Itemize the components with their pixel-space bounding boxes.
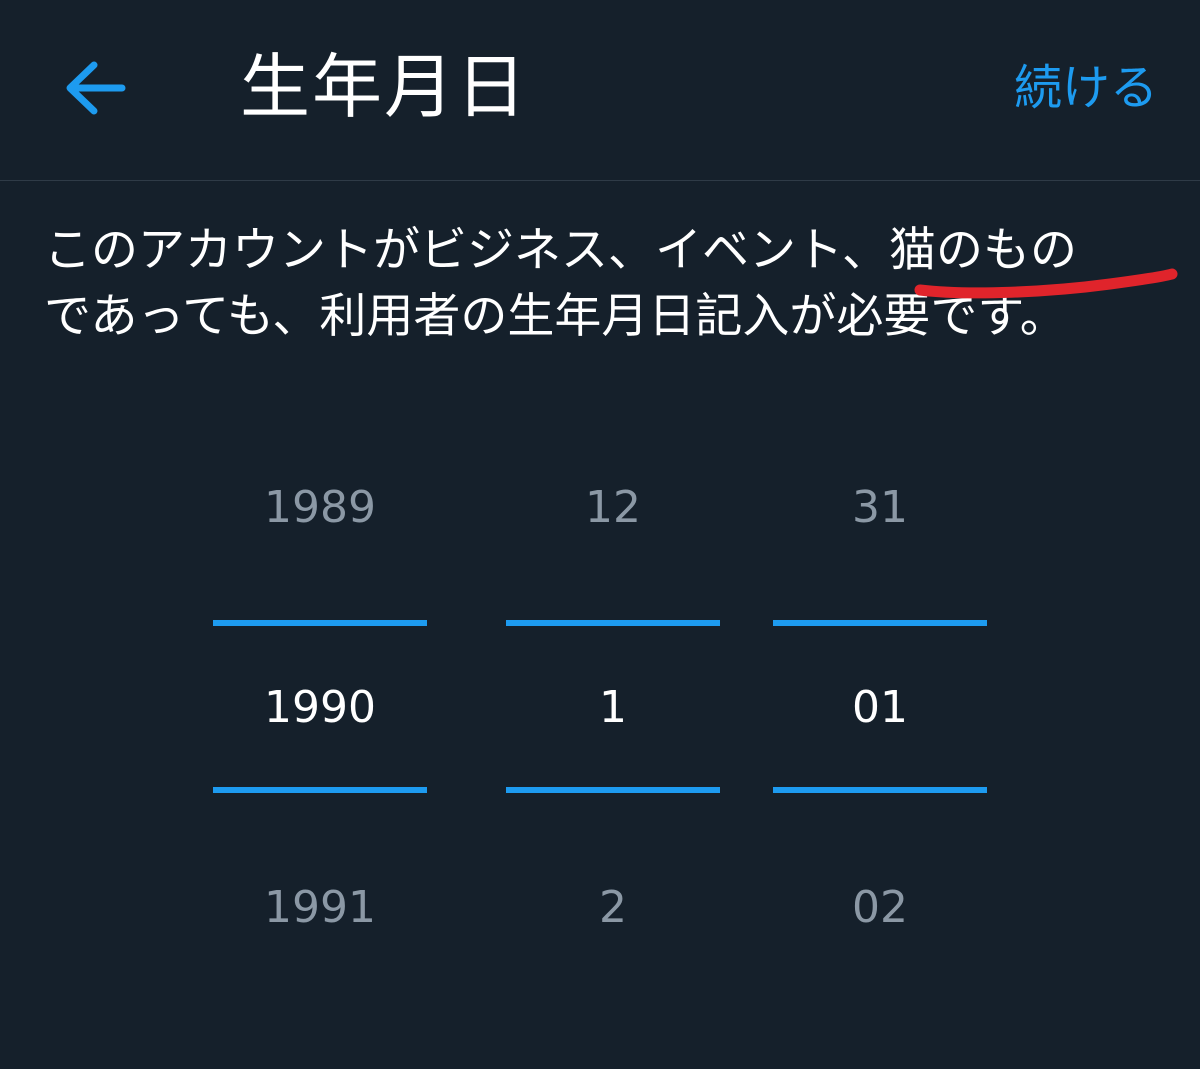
- top-app-bar: 生年月日 続ける: [0, 0, 1200, 181]
- arrow-left-icon: [66, 61, 126, 115]
- day-wheel[interactable]: 31 01 02: [773, 440, 987, 1000]
- continue-button[interactable]: 続ける: [1014, 58, 1158, 118]
- selection-divider-top: [213, 620, 427, 626]
- year-option-next[interactable]: 1991: [213, 878, 427, 938]
- month-option-previous[interactable]: 12: [506, 478, 720, 538]
- selection-divider-bottom: [506, 787, 720, 793]
- selection-divider-bottom: [773, 787, 987, 793]
- selection-divider-bottom: [213, 787, 427, 793]
- day-option-next[interactable]: 02: [773, 878, 987, 938]
- back-button[interactable]: [56, 50, 132, 126]
- year-option-selected[interactable]: 1990: [213, 678, 427, 738]
- month-option-selected[interactable]: 1: [506, 678, 720, 738]
- month-option-next[interactable]: 2: [506, 878, 720, 938]
- day-option-previous[interactable]: 31: [773, 478, 987, 538]
- day-option-selected[interactable]: 01: [773, 678, 987, 738]
- selection-divider-top: [506, 620, 720, 626]
- year-option-previous[interactable]: 1989: [213, 478, 427, 538]
- birthdate-screen: 生年月日 続ける このアカウントがビジネス、イベント、猫のもの であっても、利用者…: [0, 0, 1200, 1069]
- month-wheel[interactable]: 12 1 2: [506, 440, 720, 1000]
- selection-divider-top: [773, 620, 987, 626]
- date-picker[interactable]: 1989 1990 1991 12 1 2 31 01 02: [0, 440, 1200, 1000]
- page-title: 生年月日: [240, 46, 528, 128]
- red-underline-annotation: [914, 268, 1178, 299]
- year-wheel[interactable]: 1989 1990 1991: [213, 440, 427, 1000]
